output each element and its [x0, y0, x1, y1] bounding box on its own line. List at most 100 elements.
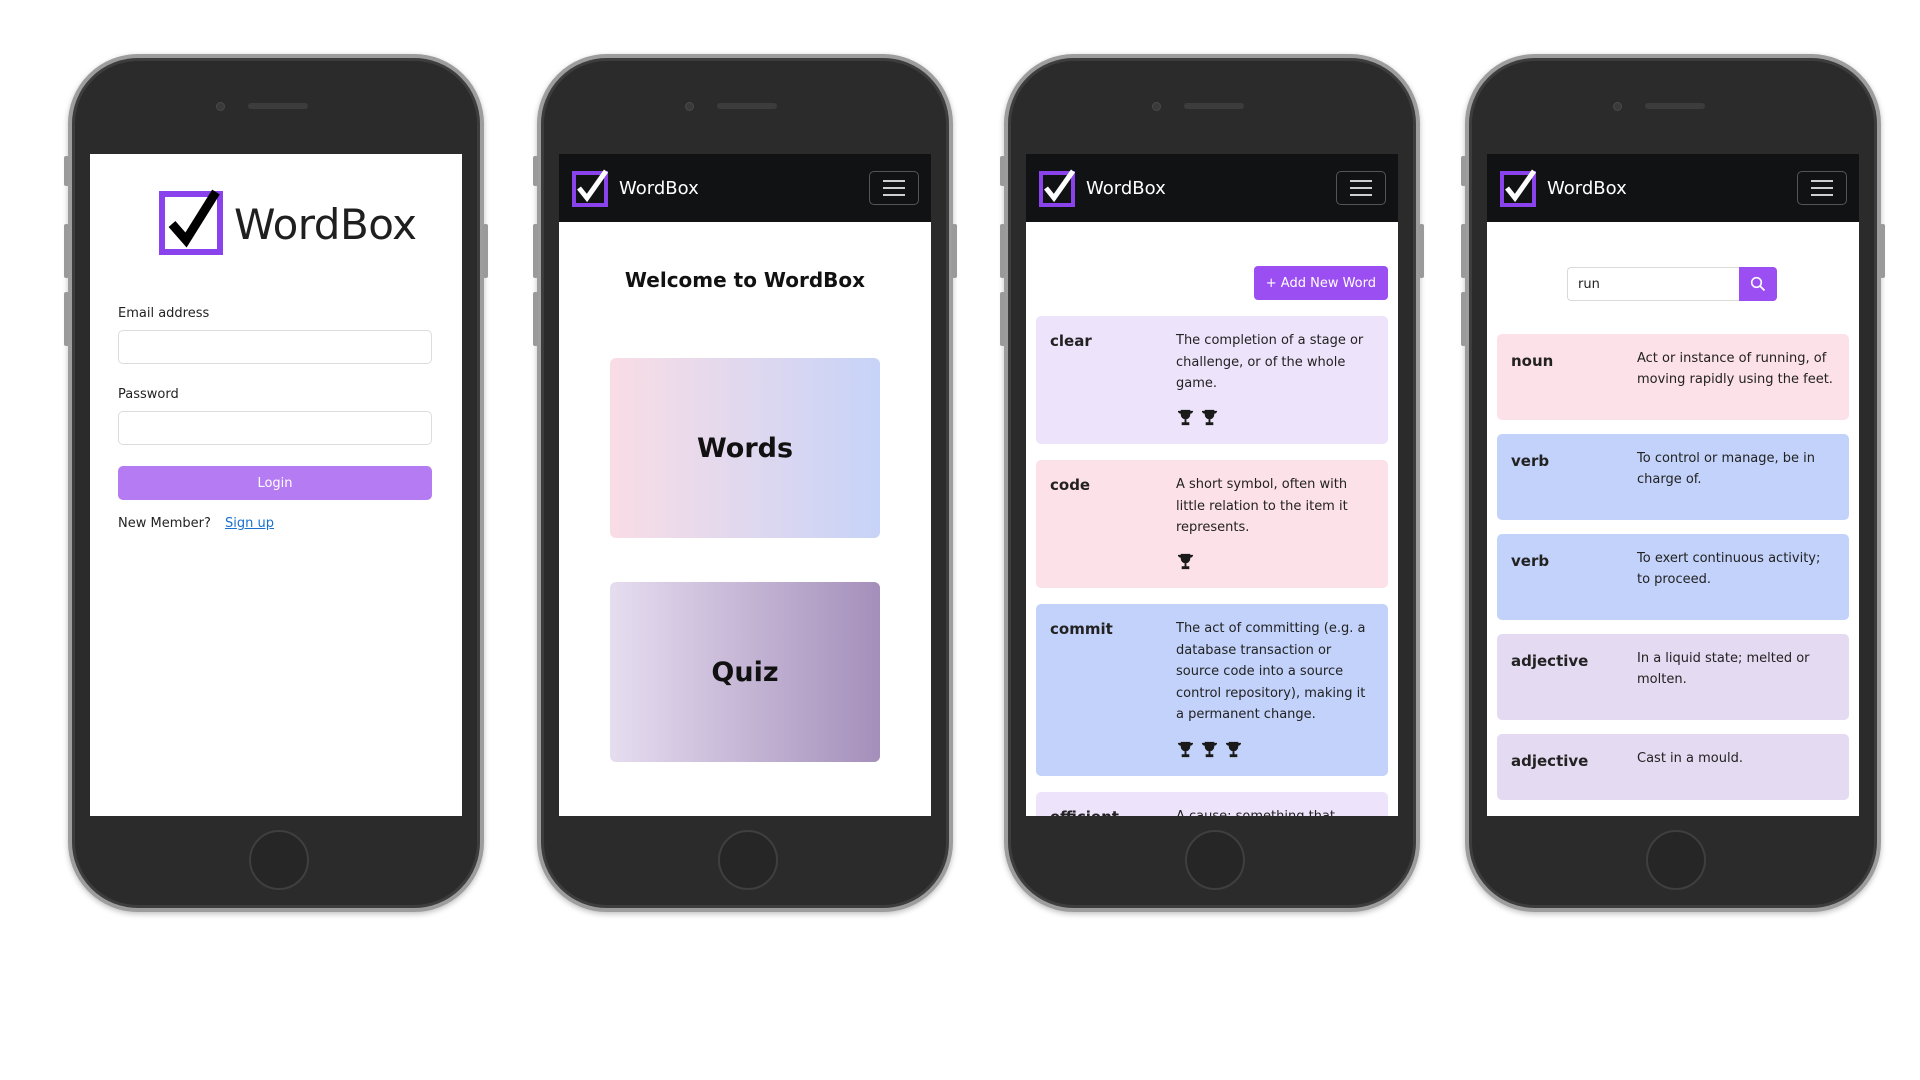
word-card[interactable]: efficient A cause; something that: [1036, 792, 1388, 816]
word-term: commit: [1050, 620, 1113, 638]
word-definition: A short symbol, often with little relati…: [1176, 477, 1348, 535]
word-term: code: [1050, 476, 1091, 494]
navbar-brand[interactable]: WordBox: [1547, 178, 1797, 199]
wordbox-logo-icon[interactable]: [1499, 168, 1539, 208]
phone-login: WordBox Email address Password Login New…: [64, 54, 488, 912]
mute-switch: [1000, 156, 1005, 186]
navbar: WordBox: [559, 154, 931, 222]
definition-text: Act or instance of running, of moving ra…: [1637, 351, 1833, 387]
login-screen: WordBox Email address Password Login New…: [90, 154, 462, 816]
front-camera: [1152, 102, 1161, 111]
power-button: [1419, 224, 1424, 278]
login-button[interactable]: Login: [118, 466, 432, 500]
search-button[interactable]: [1739, 267, 1777, 301]
trophy-icon: [1201, 741, 1218, 758]
hamburger-icon-line: [883, 194, 905, 196]
volume-up-button: [64, 224, 69, 278]
new-member-text: New Member?: [118, 516, 211, 531]
definition-card[interactable]: adjective In a liquid state; melted or m…: [1497, 634, 1849, 720]
definition-card[interactable]: verb To control or manage, be in charge …: [1497, 434, 1849, 520]
trophy-icon: [1177, 741, 1194, 758]
volume-up-button: [1000, 224, 1005, 278]
word-card[interactable]: commit The act of committing (e.g. a dat…: [1036, 604, 1388, 776]
word-term: efficient: [1050, 808, 1119, 816]
definition-card[interactable]: adjective Cast in a mould.: [1497, 734, 1849, 800]
email-field[interactable]: [118, 330, 432, 364]
navbar-brand[interactable]: WordBox: [1086, 178, 1336, 199]
definition-card[interactable]: noun Act or instance of running, of movi…: [1497, 334, 1849, 420]
hamburger-icon-line: [1350, 187, 1372, 189]
home-screen: WordBox Welcome to WordBox Words Quiz: [559, 154, 931, 816]
hamburger-icon-line: [1811, 180, 1833, 182]
menu-toggle-button[interactable]: [1336, 171, 1386, 205]
search-bar: [1567, 267, 1777, 301]
mute-switch: [533, 156, 538, 186]
definition-card[interactable]: verb To exert continuous activity; to pr…: [1497, 534, 1849, 620]
phone-search: WordBox noun Act or instance of running,…: [1461, 54, 1885, 912]
navbar: WordBox: [1487, 154, 1859, 222]
phone-words-list: WordBox + Add New Word clear The complet…: [1000, 54, 1424, 912]
part-of-speech: adjective: [1511, 652, 1589, 670]
password-label: Password: [118, 387, 179, 402]
trophy-rating: [1176, 740, 1243, 759]
phone-home: WordBox Welcome to WordBox Words Quiz: [533, 54, 957, 912]
mute-switch: [1461, 156, 1466, 186]
definition-text: Cast in a mould.: [1637, 751, 1743, 766]
word-card[interactable]: code A short symbol, often with little r…: [1036, 460, 1388, 588]
home-button: [1646, 830, 1706, 890]
word-card[interactable]: clear The completion of a stage or chall…: [1036, 316, 1388, 444]
volume-up-button: [533, 224, 538, 278]
home-button: [1185, 830, 1245, 890]
definition-text: To control or manage, be in charge of.: [1637, 451, 1816, 487]
word-definition: A cause; something that: [1176, 806, 1372, 816]
front-camera: [685, 102, 694, 111]
trophy-icon: [1177, 409, 1194, 426]
word-term: clear: [1050, 332, 1092, 350]
words-list-screen: WordBox + Add New Word clear The complet…: [1026, 154, 1398, 816]
quiz-card[interactable]: Quiz: [610, 582, 880, 762]
hamburger-icon-line: [883, 187, 905, 189]
trophy-icon: [1201, 409, 1218, 426]
mute-switch: [64, 156, 69, 186]
front-camera: [216, 102, 225, 111]
trophy-rating: [1176, 408, 1219, 427]
trophy-rating: [1176, 552, 1195, 571]
hamburger-icon-line: [1350, 180, 1372, 182]
search-screen: WordBox noun Act or instance of running,…: [1487, 154, 1859, 816]
volume-up-button: [1461, 224, 1466, 278]
hamburger-icon-line: [883, 180, 905, 182]
earpiece-speaker: [717, 103, 777, 109]
app-name: WordBox: [234, 199, 417, 249]
word-definition: The completion of a stage or challenge, …: [1176, 333, 1364, 391]
trophy-icon: [1225, 741, 1242, 758]
wordbox-logo-icon[interactable]: [1038, 168, 1078, 208]
home-button: [718, 830, 778, 890]
words-card[interactable]: Words: [610, 358, 880, 538]
home-button: [249, 830, 309, 890]
earpiece-speaker: [1645, 103, 1705, 109]
menu-toggle-button[interactable]: [1797, 171, 1847, 205]
password-field[interactable]: [118, 411, 432, 445]
wordbox-logo-icon: [159, 189, 223, 255]
part-of-speech: noun: [1511, 352, 1554, 370]
new-member-row: New Member? Sign up: [118, 516, 274, 531]
part-of-speech: verb: [1511, 552, 1550, 570]
hamburger-icon-line: [1811, 187, 1833, 189]
hamburger-icon-line: [1811, 194, 1833, 196]
navbar: WordBox: [1026, 154, 1398, 222]
search-icon: [1750, 276, 1766, 292]
login-logo: WordBox: [158, 188, 417, 260]
welcome-heading: Welcome to WordBox: [624, 268, 866, 292]
word-definition: The act of committing (e.g. a database t…: [1176, 621, 1366, 722]
hamburger-icon-line: [1350, 194, 1372, 196]
search-input[interactable]: [1567, 267, 1739, 301]
front-camera: [1613, 102, 1622, 111]
volume-down-button: [533, 292, 538, 346]
signup-link[interactable]: Sign up: [225, 516, 274, 531]
wordbox-logo-icon[interactable]: [571, 168, 611, 208]
navbar-brand[interactable]: WordBox: [619, 178, 869, 199]
menu-toggle-button[interactable]: [869, 171, 919, 205]
power-button: [483, 224, 488, 278]
power-button: [952, 224, 957, 278]
add-new-word-button[interactable]: + Add New Word: [1253, 266, 1388, 300]
